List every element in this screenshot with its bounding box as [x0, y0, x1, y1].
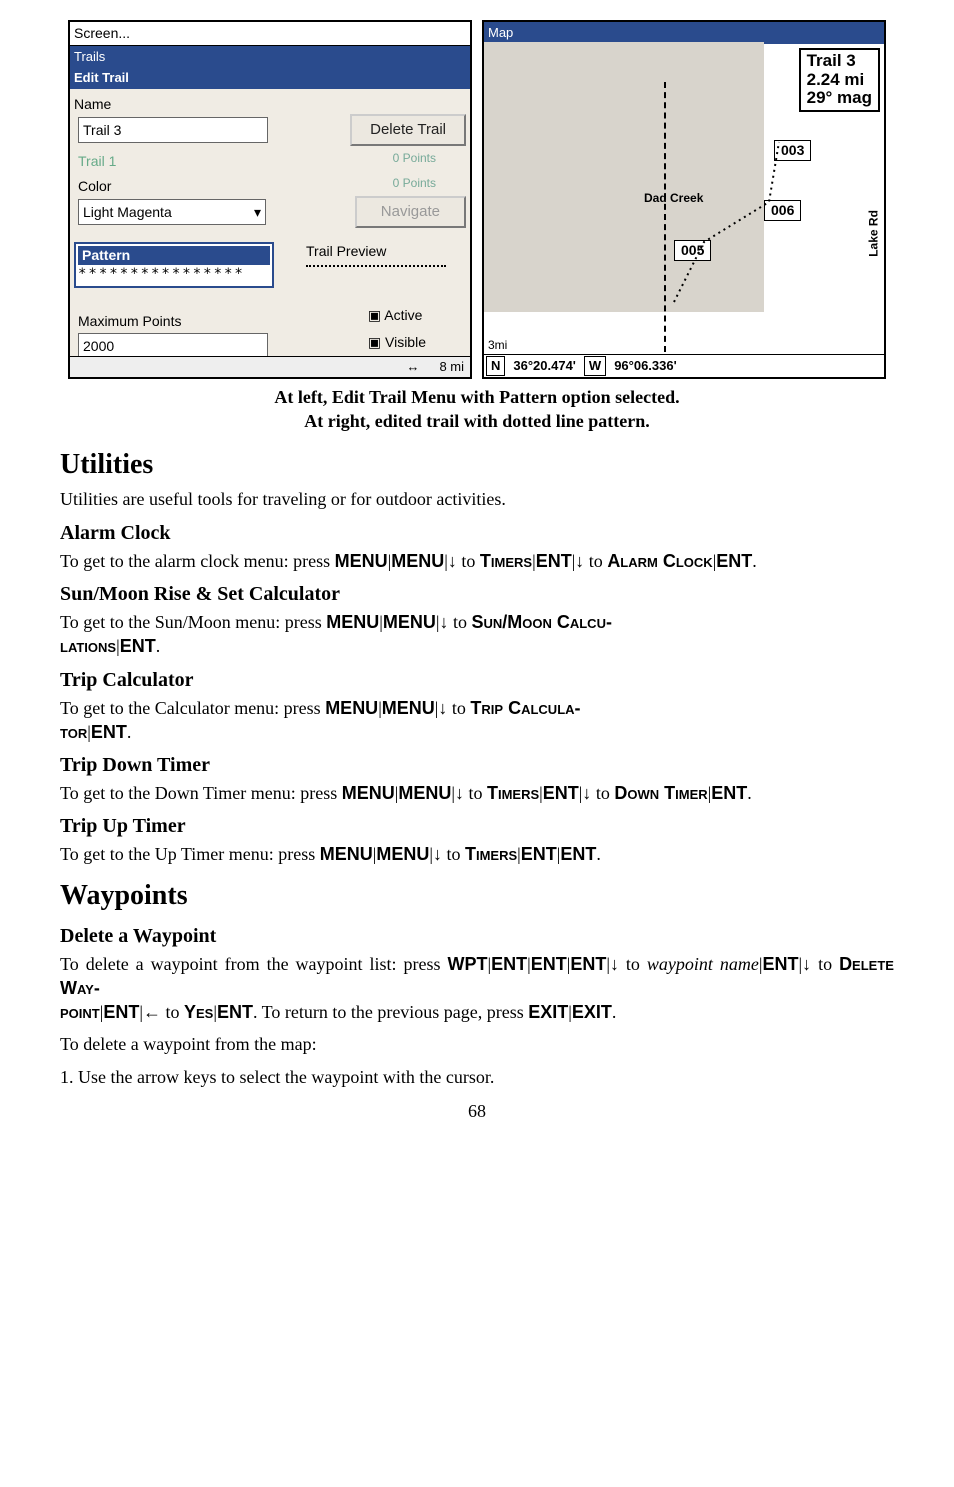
delete-waypoint-step1: 1. Use the arrow keys to select the wayp… [60, 1065, 894, 1089]
utilities-heading: Utilities [60, 446, 894, 484]
visible-checkbox[interactable]: ▣ Visible [368, 333, 426, 352]
color-select[interactable]: Light Magenta ▾ [78, 199, 266, 226]
trip-up-heading: Trip Up Timer [60, 813, 894, 840]
trail-info-box: Trail 3 2.24 mi 29° mag [799, 48, 880, 112]
trail-preview-label: Trail Preview [306, 242, 446, 261]
trip-down-text: To get to the Down Timer menu: press MEN… [60, 781, 894, 805]
pattern-section: Pattern **************** [74, 242, 274, 288]
trail-preview-line [306, 265, 446, 267]
coord-lat: 36°20.474' [505, 357, 584, 375]
trip-up-text: To get to the Up Timer menu: press MENU|… [60, 842, 894, 866]
ghost-trail: Trail 1 [74, 152, 120, 171]
figure-caption: At left, Edit Trail Menu with Pattern op… [60, 385, 894, 434]
arrows-icon: ↔ [406, 358, 419, 376]
alarm-clock-heading: Alarm Clock [60, 520, 894, 547]
coord-w: W [584, 356, 606, 376]
sunmoon-text: To get to the Sun/Moon menu: press MENU|… [60, 610, 894, 659]
trip-calc-heading: Trip Calculator [60, 667, 894, 694]
scale-label: 8 mi [439, 358, 464, 376]
color-label: Color [74, 177, 115, 196]
ghost-points2: 0 Points [393, 175, 466, 191]
coord-n: N [486, 356, 505, 376]
pattern-value[interactable]: **************** [78, 265, 270, 284]
color-value: Light Magenta [83, 203, 172, 222]
trails-bar: Trails [70, 46, 470, 68]
trip-calc-text: To get to the Calculator menu: press MEN… [60, 696, 894, 745]
trail-path [664, 112, 824, 312]
figure-row: Screen... Trails Edit Trail Name Trail 3… [60, 20, 894, 379]
name-label: Name [70, 95, 470, 114]
map-scale: 3mi [488, 337, 507, 353]
ghost-points: 0 Points [393, 150, 466, 166]
info-trail: Trail 3 [807, 51, 856, 70]
max-points-label: Maximum Points [74, 312, 272, 331]
info-dist: 2.24 mi [807, 70, 865, 89]
coord-lon: 96°06.336' [606, 357, 685, 375]
lake-rd-label: Lake Rd [866, 210, 882, 257]
pattern-label: Pattern [78, 246, 270, 265]
alarm-clock-text: To get to the alarm clock menu: press ME… [60, 549, 894, 573]
map-title: Map [484, 22, 884, 44]
page-number: 68 [60, 1099, 894, 1123]
info-bearing: 29° mag [807, 88, 872, 107]
delete-waypoint-text2: To delete a waypoint from the map: [60, 1032, 894, 1056]
name-input[interactable]: Trail 3 [78, 117, 268, 144]
edit-trail-panel: Screen... Trails Edit Trail Name Trail 3… [68, 20, 472, 379]
delete-waypoint-heading: Delete a Waypoint [60, 923, 894, 950]
trip-down-heading: Trip Down Timer [60, 752, 894, 779]
delete-waypoint-text1: To delete a waypoint from the waypoint l… [60, 952, 894, 1025]
chevron-down-icon: ▾ [254, 203, 261, 222]
navigate-button[interactable]: Navigate [355, 196, 466, 228]
active-checkbox[interactable]: ▣ Active [368, 306, 426, 325]
sunmoon-heading: Sun/Moon Rise & Set Calculator [60, 581, 894, 608]
delete-trail-button[interactable]: Delete Trail [350, 114, 466, 146]
edit-trail-bar: Edit Trail [70, 67, 470, 89]
window-title: Screen... [70, 22, 470, 46]
utilities-text: Utilities are useful tools for traveling… [60, 487, 894, 511]
waypoints-heading: Waypoints [60, 877, 894, 915]
map-panel: Map Trail 3 2.24 mi 29° mag Dad Creek La… [482, 20, 886, 379]
